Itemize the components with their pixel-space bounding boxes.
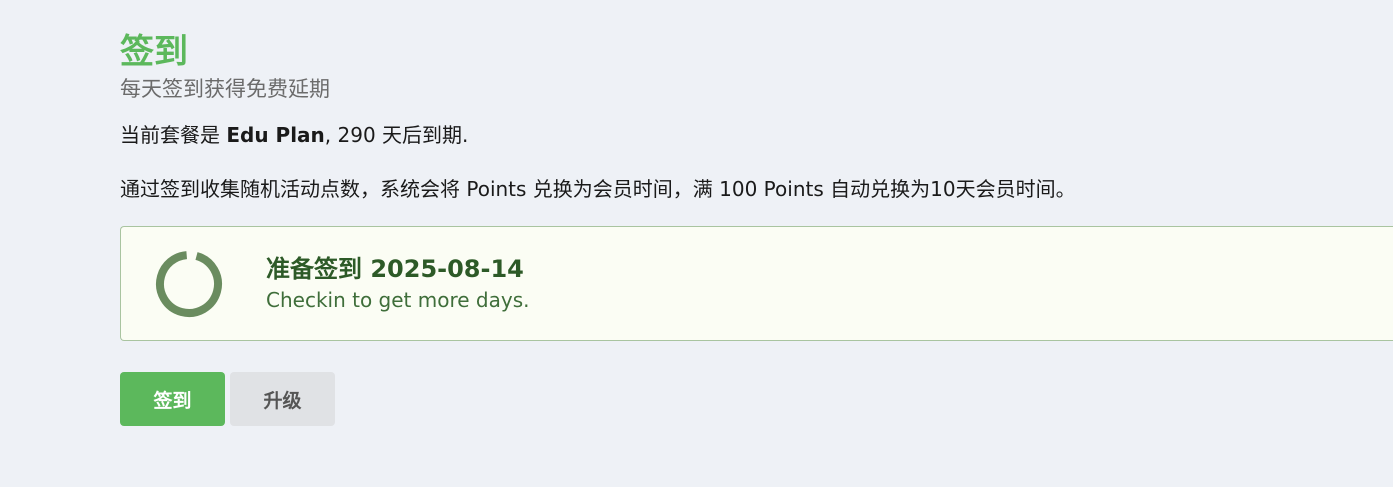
page-subtitle: 每天签到获得免费延期 <box>120 77 330 101</box>
page-title: 签到 <box>120 32 188 72</box>
progress-ring-icon <box>156 250 222 317</box>
checkin-status-card: 准备签到 2025-08-14 Checkin to get more days… <box>120 226 1393 341</box>
plan-prefix: 当前套餐是 <box>120 123 227 147</box>
status-subtitle: Checkin to get more days. <box>266 287 530 312</box>
plan-name: Edu Plan <box>226 123 325 147</box>
plan-status-line: 当前套餐是 Edu Plan, 290 天后到期. <box>120 120 1393 150</box>
checkin-page: 签到 每天签到获得免费延期 当前套餐是 Edu Plan, 290 天后到期. … <box>0 0 1393 487</box>
upgrade-button[interactable]: 升级 <box>230 372 335 426</box>
status-text: 准备签到 2025-08-14 Checkin to get more days… <box>266 253 529 315</box>
checkin-button[interactable]: 签到 <box>120 372 225 426</box>
status-title: 准备签到 2025-08-14 <box>266 254 524 283</box>
action-buttons: 签到 升级 <box>120 372 1393 426</box>
plan-expiry: , 290 天后到期. <box>324 123 469 147</box>
points-info: 通过签到收集随机活动点数，系统会将 Points 兑换为会员时间，满 100 P… <box>120 177 1076 201</box>
